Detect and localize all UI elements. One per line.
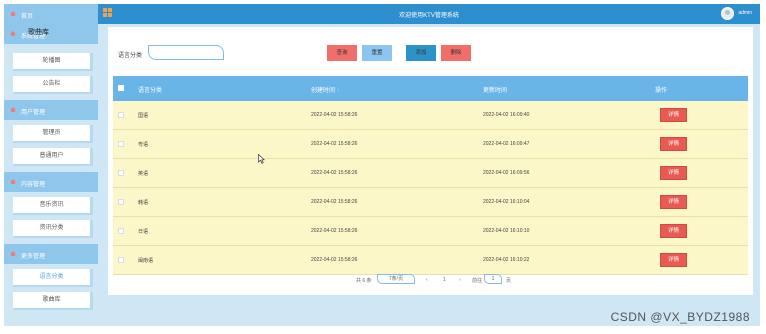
sidebar-item-carousel[interactable]: 轮播图 (13, 53, 93, 71)
cell-language: 国语 (138, 113, 149, 119)
row-checkbox[interactable] (118, 199, 124, 205)
detail-button[interactable]: 详情 (660, 137, 687, 151)
table-row: 日语 2022-04-02 15:58:26 2022-04-02 16:10:… (113, 217, 748, 246)
cell-updated: 2022-04-02 16:09:40 (483, 112, 530, 118)
row-checkbox[interactable] (118, 112, 124, 118)
sidebar-section-users[interactable]: 用户管理 (4, 100, 98, 120)
home-icon (10, 251, 16, 256)
reset-button[interactable]: 重置 (362, 45, 392, 61)
column-actions: 操作 (655, 88, 668, 94)
sidebar-section-content[interactable]: 内容管理 (4, 172, 98, 192)
sidebar-item-music-news[interactable]: 音乐资讯 (13, 197, 93, 215)
sidebar-section-system[interactable]: 系统管理 (4, 24, 98, 44)
sidebar-section-label: 更多管理 (21, 254, 46, 260)
cell-language: 闽南语 (138, 258, 154, 264)
table-header: 语言分类 创建时间 ↕ 更新时间 操作 (113, 76, 748, 101)
sidebar-home-label: 首页 (21, 14, 34, 20)
cell-language: 英语 (138, 171, 149, 177)
username[interactable]: admin (738, 10, 752, 16)
goto-label: 前往 (472, 278, 483, 284)
sidebar-item-language-category[interactable]: 语言分类 (13, 269, 93, 287)
prev-page-icon[interactable]: ‹ (426, 277, 428, 283)
cell-language: 日语 (138, 229, 149, 235)
page-number[interactable]: 1 (443, 277, 446, 283)
row-checkbox[interactable] (118, 170, 124, 176)
home-icon (10, 31, 16, 36)
cell-created: 2022-04-02 15:58:26 (311, 112, 358, 118)
table-row: 韩语 2022-04-02 15:58:26 2022-04-02 16:10:… (113, 188, 748, 217)
pagination: 共 6 条 7条/页 ‹ 1 › 前往 1 页 (108, 274, 753, 288)
app-title: 欢迎使用KTV管理系统 (399, 13, 459, 19)
sidebar-item-notice[interactable]: 公告栏 (13, 76, 93, 94)
sidebar: 首页 系统管理 歌曲库 轮播图 公告栏 用户管理 管理员 普通用户 内容管理 音… (4, 4, 98, 326)
avatar[interactable] (721, 7, 734, 20)
page-suffix: 页 (506, 278, 512, 284)
sidebar-section-label: 内容管理 (21, 182, 46, 188)
cell-created: 2022-04-02 15:58:26 (311, 141, 358, 147)
column-language[interactable]: 语言分类 (138, 85, 162, 94)
cell-created: 2022-04-02 15:58:26 (311, 257, 358, 263)
delete-button[interactable]: 删除 (441, 45, 471, 61)
table-row: 英语 2022-04-02 15:58:26 2022-04-02 16:09:… (113, 159, 748, 188)
cell-updated: 2022-04-02 16:10:22 (483, 257, 530, 263)
sidebar-section-more[interactable]: 更多管理 (4, 244, 98, 264)
watermark: CSDN @VX_BYDZ1988 (610, 310, 750, 324)
main-panel: 语言分类 查询 重置 添加 删除 语言分类 创建时间 ↕ 更新时间 操作 国语 … (108, 27, 753, 295)
top-bar: 欢迎使用KTV管理系统 admin (98, 4, 760, 24)
search-label: 语言分类 (118, 53, 143, 59)
home-icon (10, 11, 16, 16)
cell-created: 2022-04-02 15:58:26 (311, 228, 358, 234)
home-icon (10, 179, 16, 184)
sidebar-item-users[interactable]: 普通用户 (13, 148, 93, 166)
cell-updated: 2022-04-02 16:09:56 (483, 170, 530, 176)
app-frame: 首页 系统管理 歌曲库 轮播图 公告栏 用户管理 管理员 普通用户 内容管理 音… (4, 4, 760, 326)
row-checkbox[interactable] (118, 141, 124, 147)
column-created-label: 创建时间 (311, 88, 336, 94)
home-icon (10, 107, 16, 112)
sort-icon[interactable]: ↕ (337, 88, 340, 94)
page-size-select[interactable]: 7条/页 (377, 274, 415, 284)
mouse-cursor-icon (258, 154, 265, 164)
detail-button[interactable]: 详情 (660, 166, 687, 180)
column-created[interactable]: 创建时间 ↕ (311, 85, 340, 94)
detail-button[interactable]: 详情 (660, 108, 687, 122)
cell-updated: 2022-04-02 16:10:10 (483, 228, 530, 234)
add-button[interactable]: 添加 (406, 45, 436, 61)
sidebar-section-label: 用户管理 (21, 110, 46, 116)
table-row: 闽南语 2022-04-02 15:58:26 2022-04-02 16:10… (113, 246, 748, 275)
sidebar-item-admin[interactable]: 管理员 (13, 125, 93, 143)
cell-updated: 2022-04-02 16:09:47 (483, 141, 530, 147)
select-all-checkbox[interactable] (118, 85, 124, 91)
sidebar-item-home[interactable]: 首页 (4, 4, 98, 24)
cell-created: 2022-04-02 15:58:26 (311, 170, 358, 176)
table-row: 国语 2022-04-02 15:58:26 2022-04-02 16:09:… (113, 101, 748, 130)
detail-button[interactable]: 详情 (660, 224, 687, 238)
query-button[interactable]: 查询 (327, 45, 357, 61)
row-checkbox[interactable] (118, 228, 124, 234)
sidebar-item-song-library[interactable]: 歌曲库 (13, 292, 93, 310)
row-checkbox[interactable] (118, 257, 124, 263)
column-updated[interactable]: 更新时间 (483, 85, 507, 94)
cell-updated: 2022-04-02 16:10:04 (483, 199, 530, 205)
cell-created: 2022-04-02 15:58:26 (311, 199, 358, 205)
goto-page-input[interactable]: 1 (484, 274, 502, 284)
pagination-total: 共 6 条 (356, 278, 372, 284)
overlapping-label: 歌曲库 (28, 29, 49, 36)
detail-button[interactable]: 详情 (660, 195, 687, 209)
next-page-icon[interactable]: › (459, 277, 461, 283)
search-input[interactable] (148, 45, 224, 60)
cell-language: 韩语 (138, 200, 149, 206)
table-row: 粤语 2022-04-02 15:58:26 2022-04-02 16:09:… (113, 130, 748, 159)
sidebar-item-news-category[interactable]: 资讯分类 (13, 220, 93, 238)
cell-language: 粤语 (138, 142, 149, 148)
detail-button[interactable]: 详情 (660, 253, 687, 267)
